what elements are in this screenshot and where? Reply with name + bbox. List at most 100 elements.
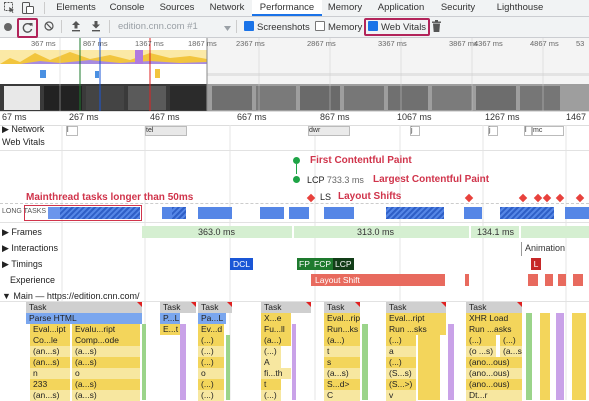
flame-task[interactable]: Task bbox=[26, 302, 142, 313]
frames-row-label[interactable]: ▶ Frames bbox=[2, 227, 42, 238]
network-request[interactable]: j bbox=[488, 126, 498, 136]
flame-entry[interactable]: o bbox=[198, 368, 224, 379]
flame-entry[interactable]: (a...) bbox=[261, 335, 291, 346]
flame-sliver[interactable] bbox=[526, 313, 532, 400]
flame-entry[interactable]: (...) bbox=[386, 357, 416, 368]
flame-entry[interactable]: t bbox=[324, 346, 360, 357]
long-task[interactable] bbox=[60, 207, 140, 219]
timeline-overview[interactable] bbox=[0, 38, 589, 112]
flame-entry[interactable]: (a...s) bbox=[72, 357, 140, 368]
long-task[interactable] bbox=[48, 207, 60, 219]
upload-icon[interactable] bbox=[71, 20, 81, 32]
flame-task[interactable]: Task bbox=[261, 302, 311, 313]
flame-task[interactable]: Task bbox=[466, 302, 522, 313]
tab-lighthouse[interactable]: Lighthouse bbox=[490, 0, 550, 16]
long-task[interactable] bbox=[198, 207, 232, 219]
reload-record-button[interactable] bbox=[17, 18, 38, 38]
flame-entry[interactable]: (an...s) bbox=[30, 390, 70, 401]
network-request[interactable]: mc bbox=[532, 126, 564, 136]
interactions-row-label[interactable]: ▶ Interactions bbox=[2, 243, 58, 254]
network-request[interactable]: j bbox=[410, 126, 420, 136]
tab-performance[interactable]: Performance bbox=[252, 0, 322, 16]
flame-entry[interactable]: (S...>) bbox=[386, 379, 416, 390]
flame-entry[interactable]: (a...s) bbox=[72, 379, 140, 390]
flame-sliver[interactable] bbox=[572, 313, 586, 400]
flame-entry[interactable]: Eval...ript bbox=[324, 313, 360, 324]
flame-sliver[interactable] bbox=[142, 324, 146, 400]
flame-entry[interactable]: Run...ks bbox=[324, 324, 360, 335]
long-task[interactable] bbox=[289, 207, 309, 219]
flame-entry[interactable]: o bbox=[72, 368, 140, 379]
flame-entry[interactable]: (an...s) bbox=[30, 357, 70, 368]
flame-entry[interactable]: (ano...ous) bbox=[466, 368, 522, 379]
flame-sliver[interactable] bbox=[540, 313, 550, 400]
flame-entry[interactable]: X...e bbox=[261, 313, 291, 324]
tab-elements[interactable]: Elements bbox=[52, 0, 100, 16]
screenshots-checkbox[interactable]: Screenshots bbox=[244, 21, 310, 33]
layout-shift-block[interactable] bbox=[465, 274, 469, 286]
fcp-marker[interactable] bbox=[293, 157, 300, 164]
flame-entry[interactable]: s bbox=[324, 357, 360, 368]
lcp-marker[interactable] bbox=[293, 176, 300, 183]
inspect-icon[interactable] bbox=[4, 2, 14, 13]
long-task[interactable] bbox=[464, 207, 482, 219]
web-vitals-checkbox[interactable]: Web Vitals bbox=[368, 21, 426, 33]
flame-entry[interactable]: (...) bbox=[386, 335, 416, 346]
flame-entry[interactable]: fi...th bbox=[261, 368, 291, 379]
network-request[interactable]: dwr bbox=[308, 126, 350, 136]
flame-entry[interactable]: (an...s) bbox=[30, 346, 70, 357]
record-icon[interactable] bbox=[4, 23, 12, 31]
flame-entry[interactable]: Eval...ipt bbox=[30, 324, 70, 335]
layout-shift-block[interactable]: Layout Shift bbox=[311, 274, 445, 286]
long-task[interactable] bbox=[172, 207, 186, 219]
flame-entry[interactable]: Evalu...ript bbox=[72, 324, 140, 335]
layout-shift-block[interactable] bbox=[528, 274, 538, 286]
flame-entry[interactable]: (a...s) bbox=[324, 368, 360, 379]
flame-entry[interactable]: Comp...ode bbox=[72, 335, 140, 346]
flame-entry[interactable]: (...) bbox=[500, 335, 522, 346]
garbage-collect-icon[interactable] bbox=[432, 20, 441, 32]
frame-block[interactable] bbox=[521, 226, 589, 238]
long-task[interactable] bbox=[565, 207, 589, 219]
network-request[interactable]: tel bbox=[145, 126, 187, 136]
flame-entry[interactable]: (...) bbox=[198, 357, 224, 368]
flame-entry[interactable]: Dt...r bbox=[466, 390, 522, 401]
flame-entry[interactable]: (o ...s) bbox=[466, 346, 496, 357]
flame-sliver[interactable] bbox=[556, 313, 564, 400]
memory-checkbox[interactable]: Memory bbox=[315, 21, 362, 33]
layout-shift-block[interactable] bbox=[558, 274, 566, 286]
flame-entry[interactable]: P...L bbox=[160, 313, 180, 324]
flame-entry[interactable]: (...) bbox=[198, 346, 224, 357]
layout-shift-block[interactable] bbox=[545, 274, 553, 286]
flame-entry[interactable]: (...) bbox=[261, 346, 281, 357]
chevron-down-icon[interactable] bbox=[224, 23, 231, 33]
flame-entry[interactable]: Pa...L bbox=[198, 313, 226, 324]
flame-entry[interactable]: (...) bbox=[198, 335, 224, 346]
profile-select[interactable]: edition.cnn.com #1 bbox=[118, 21, 198, 32]
flame-entry[interactable]: Co...le bbox=[30, 335, 70, 346]
flame-sliver[interactable] bbox=[180, 324, 186, 400]
long-task[interactable] bbox=[386, 207, 444, 219]
long-task[interactable] bbox=[260, 207, 284, 219]
flame-parse-html[interactable]: Parse HTML bbox=[26, 313, 142, 324]
flame-entry[interactable]: (ano...ous) bbox=[466, 357, 522, 368]
tab-network[interactable]: Network bbox=[204, 0, 250, 16]
network-request[interactable]: l bbox=[66, 126, 78, 136]
layout-shift-block[interactable] bbox=[573, 274, 583, 286]
flame-entry[interactable]: a bbox=[386, 346, 416, 357]
lcp-timing-marker[interactable]: LCP bbox=[333, 258, 354, 270]
flame-entry[interactable]: XHR Load bbox=[466, 313, 522, 324]
tab-memory[interactable]: Memory bbox=[324, 0, 366, 16]
flame-entry[interactable]: Ev...d bbox=[198, 324, 224, 335]
flame-entry[interactable]: (...) bbox=[198, 379, 224, 390]
flame-entry[interactable]: (ano...ous) bbox=[466, 379, 522, 390]
load-marker[interactable]: L bbox=[531, 258, 541, 270]
flame-entry[interactable]: v bbox=[386, 390, 416, 401]
tab-security[interactable]: Security bbox=[436, 0, 480, 16]
flame-entry[interactable]: (a...s) bbox=[72, 346, 140, 357]
flame-entry[interactable]: C bbox=[324, 390, 360, 401]
flame-entry[interactable]: E...t bbox=[160, 324, 180, 335]
flame-entry[interactable]: n bbox=[30, 368, 70, 379]
long-task[interactable] bbox=[500, 207, 554, 219]
flame-sliver[interactable] bbox=[362, 324, 368, 400]
